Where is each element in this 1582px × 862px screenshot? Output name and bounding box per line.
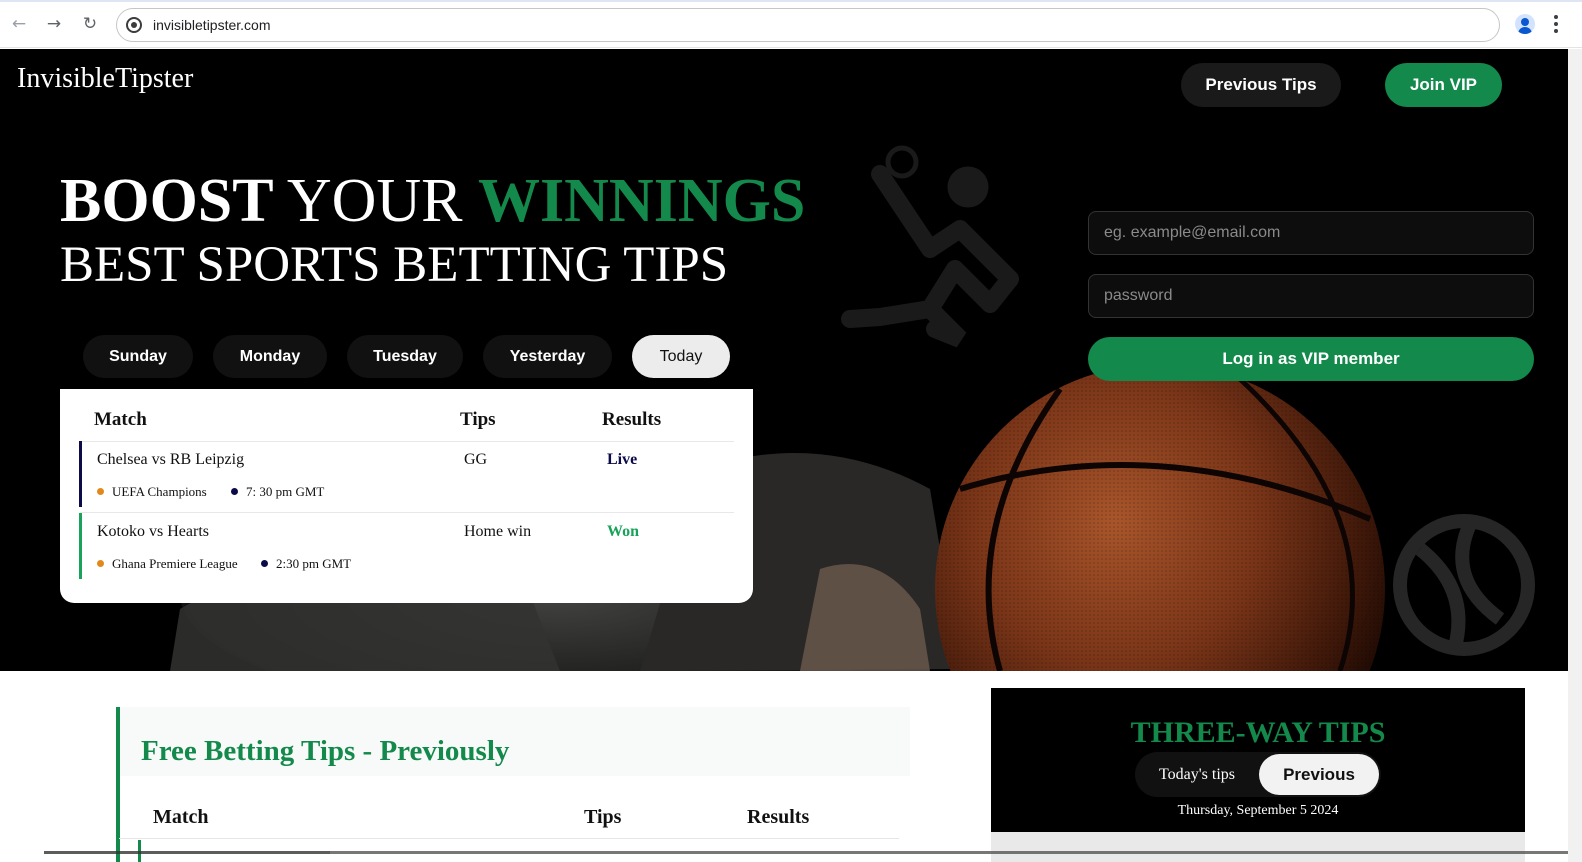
time-dot-icon bbox=[231, 488, 238, 495]
headline-accent: WINNINGS bbox=[478, 167, 806, 235]
password-field[interactable] bbox=[1088, 274, 1534, 318]
headline-bold: BOOST bbox=[60, 167, 274, 235]
three-way-toggle: Today's tips Previous bbox=[1135, 752, 1381, 797]
match-tip: Home win bbox=[464, 523, 532, 540]
table-row[interactable]: Kotoko vs Hearts Home win Won Ghana Prem… bbox=[79, 513, 734, 579]
column-header-match: Match bbox=[94, 409, 147, 430]
league-dot-icon bbox=[97, 488, 104, 495]
match-league: UEFA Champions bbox=[97, 484, 207, 500]
three-way-content-area bbox=[991, 832, 1525, 862]
free-tips-title: Free Betting Tips - Previously bbox=[141, 735, 510, 767]
hero-headline: BOOST YOUR WINNINGS bbox=[60, 166, 805, 237]
page-scrollbar[interactable] bbox=[1568, 49, 1582, 862]
forward-icon[interactable]: → bbox=[43, 13, 65, 35]
match-time: 7: 30 pm GMT bbox=[231, 484, 324, 500]
browser-toolbar: ← → ↻ invisibletipster.com bbox=[0, 0, 1582, 48]
hero-subheadline: BEST SPORTS BETTING TIPS bbox=[60, 237, 729, 293]
row-accent-bar bbox=[79, 513, 82, 579]
free-column-header-tips: Tips bbox=[584, 806, 622, 828]
site-logo[interactable]: InvisibleTipster bbox=[17, 63, 193, 95]
league-dot-icon bbox=[97, 560, 104, 567]
previous-tips-button[interactable]: Previous Tips bbox=[1181, 63, 1341, 107]
free-column-header-results: Results bbox=[747, 806, 810, 828]
row-accent-bar bbox=[79, 441, 82, 507]
browser-menu-icon[interactable] bbox=[1553, 14, 1559, 34]
headline-plain: YOUR bbox=[286, 167, 463, 235]
match-time: 2:30 pm GMT bbox=[261, 556, 351, 572]
free-header-divider bbox=[119, 838, 899, 839]
tab-monday[interactable]: Monday bbox=[213, 335, 327, 378]
join-vip-button[interactable]: Join VIP bbox=[1385, 63, 1502, 107]
reload-icon[interactable]: ↻ bbox=[79, 13, 101, 35]
match-teams: Kotoko vs Hearts bbox=[97, 523, 209, 540]
match-tip: GG bbox=[464, 451, 488, 468]
table-row[interactable]: Chelsea vs RB Leipzig GG Live UEFA Champ… bbox=[79, 441, 734, 507]
match-result: Live bbox=[607, 451, 638, 468]
three-way-date: Thursday, September 5 2024 bbox=[1177, 803, 1339, 818]
tab-strip-edge bbox=[0, 0, 1582, 2]
match-teams: Chelsea vs RB Leipzig bbox=[97, 451, 245, 468]
tab-today[interactable]: Today bbox=[632, 335, 730, 378]
column-header-results: Results bbox=[602, 409, 662, 430]
time-dot-icon bbox=[261, 560, 268, 567]
free-column-header-match: Match bbox=[153, 806, 209, 828]
email-field[interactable] bbox=[1088, 211, 1534, 255]
column-header-tips: Tips bbox=[460, 409, 496, 430]
url-text[interactable]: invisibletipster.com bbox=[153, 17, 271, 33]
tab-yesterday[interactable]: Yesterday bbox=[483, 335, 612, 378]
three-way-tips-panel: THREE-WAY TIPS Today's tips Previous Thu… bbox=[991, 688, 1525, 832]
bottom-divider bbox=[0, 851, 1568, 854]
tips-table: Match Tips Results Chelsea vs RB Leipzig… bbox=[60, 389, 753, 603]
tab-sunday[interactable]: Sunday bbox=[83, 335, 193, 378]
todays-tips-tab[interactable]: Today's tips bbox=[1135, 754, 1259, 795]
vip-login-button[interactable]: Log in as VIP member bbox=[1088, 337, 1534, 381]
match-league: Ghana Premiere League bbox=[97, 556, 238, 572]
match-result: Won bbox=[607, 523, 640, 540]
tab-tuesday[interactable]: Tuesday bbox=[347, 335, 463, 378]
address-bar[interactable]: invisibletipster.com bbox=[116, 8, 1500, 42]
back-icon[interactable]: ← bbox=[8, 13, 30, 35]
three-way-title: THREE-WAY TIPS bbox=[1130, 716, 1386, 749]
site-info-icon[interactable] bbox=[126, 17, 142, 33]
profile-icon[interactable] bbox=[1515, 14, 1535, 34]
previous-tips-tab[interactable]: Previous bbox=[1259, 754, 1379, 795]
